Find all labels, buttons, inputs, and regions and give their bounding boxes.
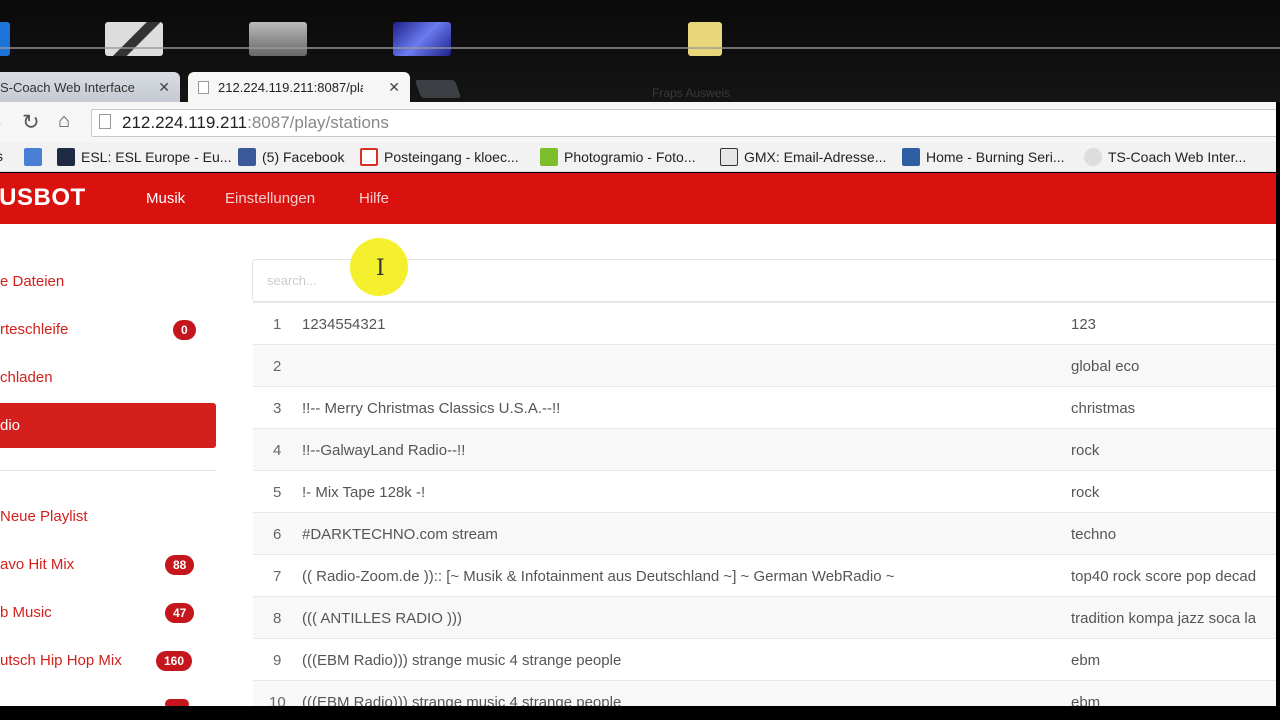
desktop-divider [0, 47, 1280, 49]
page-icon [99, 114, 111, 129]
bookmark-ts-coach[interactable]: TS-Coach Web Inter... [1084, 148, 1246, 166]
esl-icon [57, 148, 75, 166]
forward-icon[interactable]: › [0, 110, 1, 136]
home-icon[interactable]: ⌂ [58, 110, 70, 133]
desktop-icon-label: Fraps Ausweis [652, 86, 731, 100]
bookmark-partial[interactable]: s [0, 148, 3, 164]
search-placeholder: search... [267, 273, 317, 288]
close-icon[interactable]: ✕ [158, 79, 170, 96]
playlist-count-badge: 160 [156, 651, 193, 671]
table-row[interactable]: 3 !!-- Merry Christmas Classics U.S.A.--!… [253, 386, 1280, 428]
tab-label: 212.224.119.211:8087/play/stations [218, 79, 363, 95]
playlist-count-badge: 47 [165, 603, 195, 623]
google-icon[interactable] [24, 148, 48, 166]
tab-ts-coach[interactable]: TS-Coach Web Interface ✕ [0, 72, 180, 102]
bookmark-photogramio[interactable]: Photogramio - Foto... [540, 148, 696, 166]
url-host: 212.224.119.211 [122, 113, 248, 132]
page-icon [198, 81, 209, 94]
screen: Fraps Ausweis TS-Coach Web Interface ✕ 2… [0, 0, 1280, 720]
gmx-icon [720, 148, 738, 166]
sidebar-item-hochladen[interactable]: chladen [0, 355, 216, 400]
desktop-icon-sf[interactable] [249, 22, 307, 56]
table-row[interactable]: 2 global eco [253, 344, 1280, 386]
queue-count-badge: 0 [173, 320, 196, 340]
tab-stations[interactable]: 212.224.119.211:8087/play/stations ✕ [188, 72, 410, 102]
text-cursor-icon: I [376, 256, 385, 281]
nav-musik[interactable]: Musik [146, 190, 185, 207]
photogramio-icon [540, 148, 558, 166]
tab-label: TS-Coach Web Interface [0, 79, 135, 95]
close-icon[interactable]: ✕ [388, 79, 400, 96]
desktop-icon-blue[interactable] [0, 22, 10, 56]
ts-icon [1084, 148, 1102, 166]
facebook-icon [238, 148, 256, 166]
bookmark-esl[interactable]: ESL: ESL Europe - Eu... [57, 148, 231, 166]
sidebar-item-radio[interactable]: dio [0, 403, 216, 448]
bookmark-facebook[interactable]: (5) Facebook [238, 148, 344, 166]
nav-einstellungen[interactable]: Einstellungen [225, 190, 315, 207]
bookmark-gmail[interactable]: Posteingang - kloec... [360, 148, 519, 166]
reload-icon[interactable]: ↻ [22, 110, 40, 135]
desktop-icon-folder[interactable] [688, 22, 722, 56]
address-bar[interactable]: 212.224.119.211:8087/play/stations [91, 109, 1280, 137]
table-row[interactable]: 8((( ANTILLES RADIO ))) tradition kompa j… [253, 596, 1280, 638]
window-edge [1276, 102, 1280, 706]
app-logo[interactable]: /USBOT [0, 184, 86, 212]
desktop-icon-app[interactable] [105, 22, 163, 56]
bookmark-gmx[interactable]: GMX: Email-Adresse... [720, 148, 886, 166]
table-row[interactable]: 9 (((EBM Radio))) strange music 4 strange… [253, 638, 1280, 680]
app-header [0, 173, 1276, 224]
table-row[interactable]: 4 !!--GalwayLand Radio--!! rock [253, 428, 1280, 470]
bs-icon [902, 148, 920, 166]
nav-hilfe[interactable]: Hilfe [359, 190, 389, 207]
table-row[interactable]: 1 1234554321 123 [253, 302, 1280, 344]
bookmark-burning-series[interactable]: Home - Burning Seri... [902, 148, 1065, 166]
desktop-icon-game[interactable] [393, 22, 451, 56]
table-row[interactable]: 7(( Radio-Zoom.de )):: [~ Musik & Infota… [253, 554, 1280, 596]
sidebar-divider [0, 470, 216, 471]
url-path: :8087/play/stations [247, 113, 389, 132]
sidebar-item-dateien[interactable]: e Dateien [0, 259, 216, 304]
new-tab-button[interactable] [414, 80, 462, 98]
gmail-icon [360, 148, 378, 166]
table-row[interactable]: 6 #DARKTECHNO.com stream techno [253, 512, 1280, 554]
table-row[interactable]: 5 !- Mix Tape 128k -! rock [253, 470, 1280, 512]
playlist-count-badge: 88 [165, 555, 195, 575]
screen-bottom-edge [0, 706, 1280, 720]
sidebar-item-new-playlist[interactable]: Neue Playlist [0, 494, 216, 539]
